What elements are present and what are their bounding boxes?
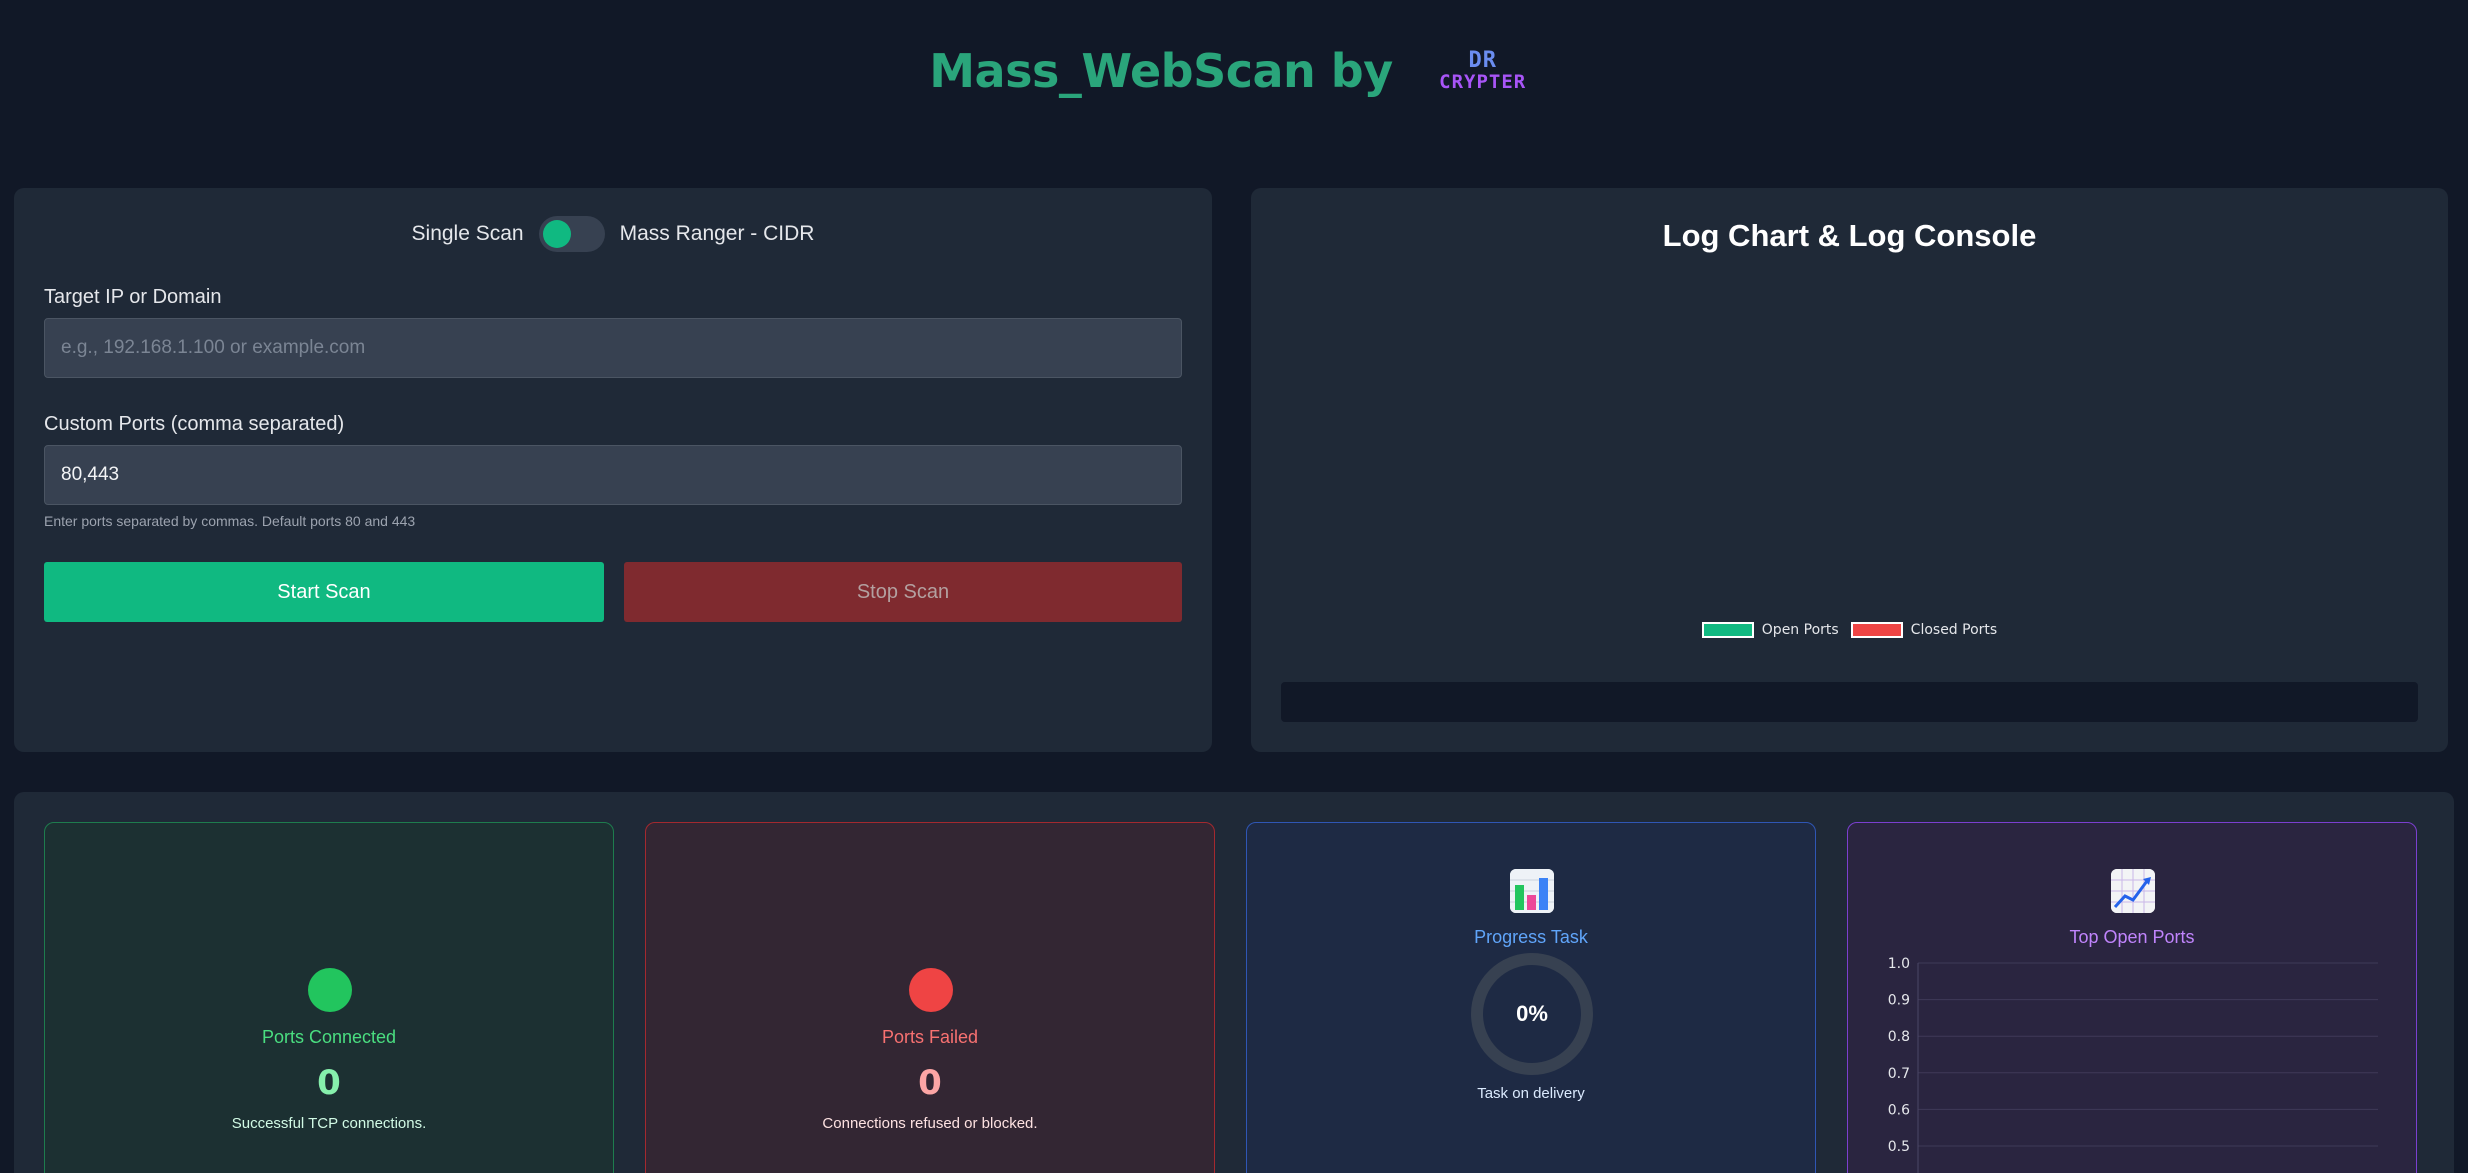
log-console[interactable] — [1281, 682, 2418, 722]
ports-failed-value: 0 — [918, 1063, 942, 1103]
log-panel: Log Chart & Log Console Open Ports Close… — [1251, 188, 2448, 752]
ports-hint: Enter ports separated by commas. Default… — [44, 513, 416, 529]
top-open-ports-card: Top Open Ports 1.0 0.9 0.8 0.7 0.6 0.5 — [1847, 822, 2417, 1173]
progress-task-desc: Task on delivery — [1477, 1085, 1585, 1102]
logo-line-1: DR — [1468, 48, 1497, 73]
scan-mode-toggle[interactable] — [538, 216, 605, 252]
green-dot-icon — [308, 968, 352, 1012]
mass-ranger-label: Mass Ranger - CIDR — [619, 222, 815, 245]
ports-failed-label: Ports Failed — [881, 1027, 979, 1047]
legend-open-label: Open Ports — [1761, 622, 1839, 638]
ports-failed-card: Ports Failed 0 Connections refused or bl… — [645, 822, 1215, 1173]
ports-connected-value: 0 — [317, 1063, 341, 1103]
scan-form-panel: Single Scan Mass Ranger - CIDR Target IP… — [14, 188, 1212, 752]
target-label: Target IP or Domain — [44, 286, 222, 308]
red-dot-icon — [909, 968, 953, 1012]
stats-panel: Ports Connected 0 Successful TCP connect… — [14, 792, 2454, 1173]
legend-open-swatch — [1701, 622, 1754, 638]
ports-connected-desc: Successful TCP connections. — [231, 1115, 427, 1132]
y-tick-label: 0.8 — [1888, 1029, 1910, 1045]
progress-task-card: Progress Task 0% Task on delivery — [1246, 822, 1816, 1173]
y-tick-label: 0.5 — [1888, 1139, 1910, 1155]
logo-line-2: CRYPTER — [1439, 71, 1527, 93]
toggle-knob — [542, 220, 571, 248]
progress-ring: 0% — [1471, 953, 1593, 1075]
stop-scan-button[interactable]: Stop Scan — [624, 562, 1182, 622]
ports-connected-label: Ports Connected — [261, 1027, 397, 1047]
progress-task-label: Progress Task — [1474, 927, 1588, 947]
single-scan-label: Single Scan — [411, 222, 524, 245]
log-panel-title: Log Chart & Log Console — [1662, 218, 2037, 253]
page-header: Mass_WebScan by DR CRYPTER — [0, 40, 2468, 102]
y-tick-label: 0.7 — [1888, 1066, 1910, 1082]
bar-chart-icon — [1510, 869, 1554, 913]
dr-crypter-logo: DR CRYPTER — [1427, 47, 1539, 95]
ports-label: Custom Ports (comma separated) — [44, 413, 345, 435]
legend-open-ports[interactable]: Open Ports — [1701, 622, 1839, 638]
legend-closed-swatch — [1850, 622, 1903, 638]
target-input[interactable] — [44, 318, 1182, 378]
scan-mode-row: Single Scan Mass Ranger - CIDR — [14, 216, 1212, 252]
legend-closed-label: Closed Ports — [1910, 622, 1998, 638]
y-tick-label: 0.9 — [1888, 993, 1910, 1009]
chart-legend: Open Ports Closed Ports — [1251, 622, 2448, 638]
legend-closed-ports[interactable]: Closed Ports — [1850, 622, 1998, 638]
page-title: Mass_WebScan by — [929, 44, 1393, 98]
ports-failed-desc: Connections refused or blocked. — [822, 1115, 1038, 1132]
ports-input[interactable] — [44, 445, 1182, 505]
ports-connected-card: Ports Connected 0 Successful TCP connect… — [44, 822, 614, 1173]
y-tick-label: 0.6 — [1888, 1102, 1910, 1118]
top-open-ports-chart: 1.0 0.9 0.8 0.7 0.6 0.5 — [1888, 956, 2378, 1173]
progress-percent: 0% — [1516, 1001, 1548, 1026]
y-tick-label: 1.0 — [1888, 956, 1910, 972]
start-scan-button[interactable]: Start Scan — [44, 562, 604, 622]
